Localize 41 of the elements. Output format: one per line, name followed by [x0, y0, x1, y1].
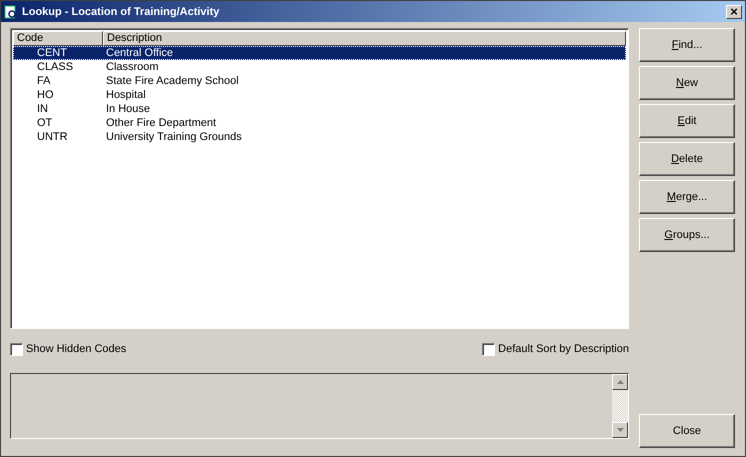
code-cell-text: IN: [36, 102, 49, 116]
code-cell-text: UNTR: [36, 130, 69, 144]
action-button[interactable]: Find...: [639, 28, 735, 62]
code-cell-text: FA: [36, 74, 52, 88]
down-arrow-icon[interactable]: [616, 428, 624, 432]
list-row[interactable]: HO Hospital: [13, 88, 626, 102]
list-row[interactable]: UNTR University Training Grounds: [13, 130, 626, 144]
checkbox[interactable]: [482, 342, 496, 356]
description-cell-text: Central Office: [105, 46, 174, 60]
lookup-icon: [4, 4, 18, 18]
description-cell-text: University Training Grounds: [105, 130, 243, 144]
description-cell-text: Other Fire Department: [105, 116, 218, 130]
action-button[interactable]: Edit: [639, 104, 735, 138]
code-cell-text: CENT: [36, 46, 68, 60]
close-button[interactable]: ×: [726, 4, 742, 18]
list-row[interactable]: CLASS Classroom: [13, 60, 626, 74]
description-cell-text: Hospital: [105, 88, 147, 102]
column-header[interactable]: Description: [103, 31, 626, 46]
code-cell-text: OT: [36, 116, 54, 130]
list-row[interactable]: OT Other Fire Department: [13, 116, 626, 130]
checkbox[interactable]: [10, 342, 23, 356]
action-button[interactable]: Groups...: [639, 218, 735, 252]
column-header[interactable]: Code: [13, 31, 103, 46]
action-button[interactable]: New: [639, 66, 735, 100]
checkbox-label: Show Hidden Codes: [26, 343, 126, 355]
close-dialog-button[interactable]: Close: [639, 414, 735, 448]
list-row[interactable]: FA State Fire Academy School: [13, 74, 626, 88]
checkbox-label: Default Sort by Description: [498, 343, 629, 355]
action-button[interactable]: Merge...: [639, 180, 735, 214]
description-cell-text: Classroom: [105, 60, 160, 74]
list-row[interactable]: CENT Central Office: [13, 46, 626, 60]
list-row[interactable]: IN In House: [13, 102, 626, 116]
code-cell-text: CLASS: [36, 60, 74, 74]
memo-field[interactable]: [10, 373, 629, 439]
action-button[interactable]: Delete: [639, 142, 735, 176]
code-cell-text: HO: [36, 88, 54, 102]
description-cell-text: State Fire Academy School: [105, 74, 240, 88]
up-arrow-icon[interactable]: [616, 380, 624, 384]
scrollbar[interactable]: [612, 374, 628, 438]
description-cell-text: In House: [105, 102, 152, 116]
window-title: Lookup - Location of Training/Activity: [22, 6, 220, 18]
